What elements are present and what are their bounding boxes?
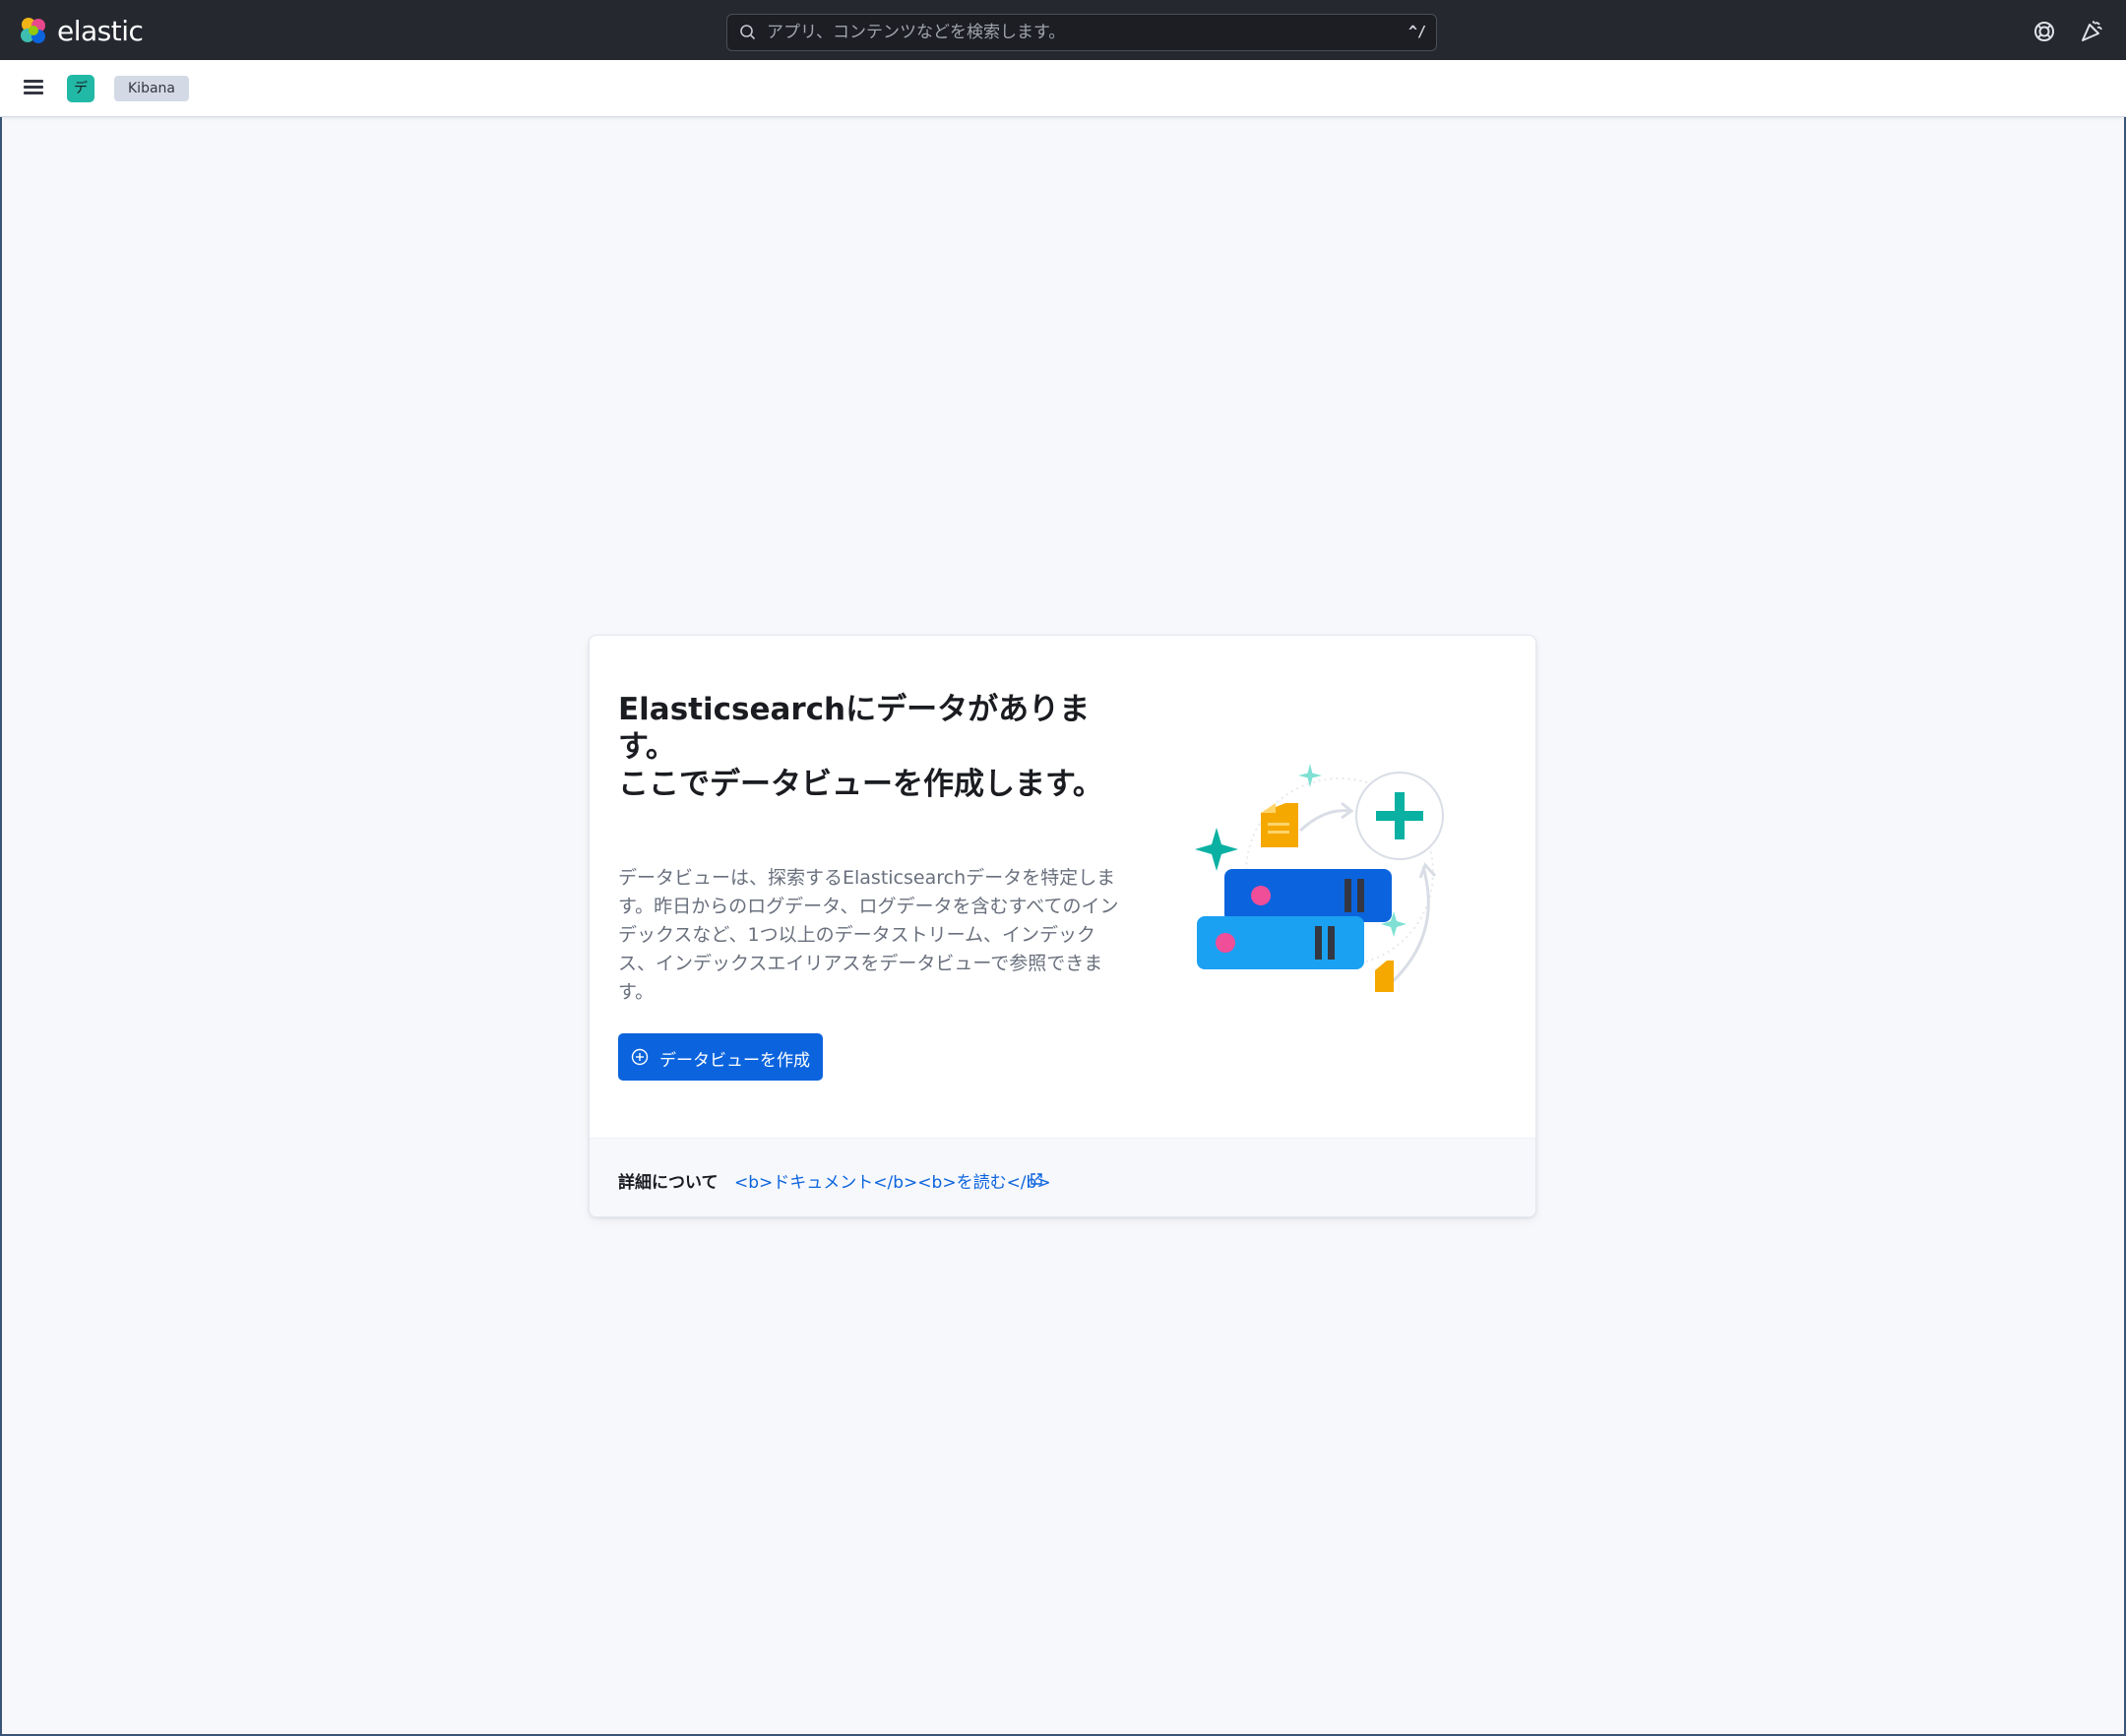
top-header: elastic ^/	[0, 0, 2126, 60]
read-docs-link[interactable]: <b>ドキュメント</b><b>を読む</b>	[734, 1168, 1051, 1193]
breadcrumb-bar: デ Kibana	[0, 60, 2126, 117]
space-avatar[interactable]: デ	[67, 75, 94, 102]
external-link-icon[interactable]	[1030, 1172, 1043, 1186]
create-data-view-button[interactable]: データビューを作成	[618, 1033, 823, 1081]
global-search[interactable]: ^/	[726, 14, 1437, 51]
news-icon[interactable]	[2079, 19, 2104, 44]
learn-more-label: 詳細について	[618, 1173, 719, 1193]
breadcrumb: Kibana	[114, 76, 189, 101]
data-view-illustration	[1195, 764, 1444, 992]
search-input[interactable]	[767, 15, 1377, 50]
search-shortcut-hint: ^/	[1407, 23, 1426, 40]
hamburger-icon[interactable]	[22, 77, 45, 100]
create-data-view-label: データビューを作成	[659, 1051, 810, 1071]
help-icon[interactable]	[2032, 19, 2057, 44]
plus-circle-icon	[631, 1048, 649, 1066]
search-icon	[740, 25, 756, 40]
elastic-logo[interactable]: elastic	[18, 14, 144, 47]
card-footer: 詳細について <b>ドキュメント</b><b>を読む</b>	[590, 1138, 1535, 1216]
create-data-view-prompt: Elasticsearchにデータがあります。 ここでデータビューを作成します。…	[589, 635, 1536, 1217]
elastic-logo-icon	[21, 18, 45, 43]
prompt-description: データビューは、探索するElasticsearchデータを特定します。昨日からの…	[618, 867, 1119, 1003]
brand-name: elastic	[57, 14, 144, 47]
page-title: Elasticsearchにデータがあります。 ここでデータビューを作成します。	[618, 692, 1103, 802]
